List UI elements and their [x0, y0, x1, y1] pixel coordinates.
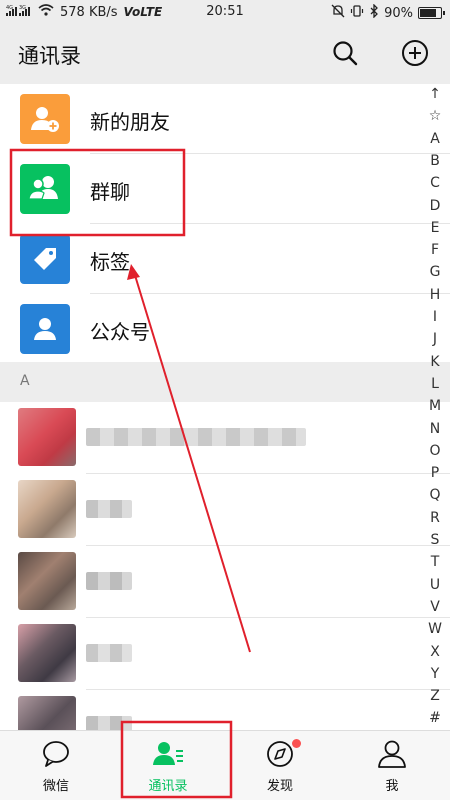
bluetooth-icon [369, 3, 379, 22]
chat-bubble-icon [43, 741, 69, 767]
index-letter[interactable]: M [420, 398, 450, 414]
contact-name-blurred [86, 644, 132, 662]
index-letter[interactable]: E [420, 220, 450, 236]
tab-contacts[interactable]: 通讯录 [112, 731, 224, 800]
tag-icon [34, 248, 56, 270]
section-header-a: A [0, 362, 450, 402]
battery-percent: 90% [384, 5, 413, 21]
index-letter[interactable]: G [420, 264, 450, 280]
index-letter[interactable]: I [420, 309, 450, 325]
official-accounts-row[interactable]: 公众号 [0, 294, 450, 364]
avatar [18, 624, 76, 682]
new-friends-label: 新的朋友 [90, 110, 170, 134]
contact-row[interactable] [0, 474, 450, 546]
tab-discover[interactable]: 发现 [224, 731, 336, 800]
index-letter[interactable]: Y [420, 666, 450, 682]
avatar [18, 696, 76, 730]
notification-dot [292, 739, 301, 748]
search-icon [333, 41, 358, 66]
index-letter[interactable]: S [420, 532, 450, 548]
contact-row[interactable] [0, 546, 450, 618]
app-header: 通讯录 [0, 24, 450, 84]
index-letter[interactable]: N [420, 421, 450, 437]
mute-bell-icon [331, 4, 345, 22]
index-letter[interactable]: R [420, 510, 450, 526]
index-letter[interactable]: Z [420, 688, 450, 704]
avatar [18, 408, 76, 466]
tab-chats-label: 微信 [42, 779, 69, 794]
avatar [18, 552, 76, 610]
avatar [18, 480, 76, 538]
bottom-tab-bar: 微信 通讯录 发现 我 [0, 730, 450, 800]
index-letter[interactable]: D [420, 198, 450, 214]
section-letter: A [20, 373, 30, 389]
index-letter[interactable]: J [420, 331, 450, 347]
index-letter[interactable]: K [420, 354, 450, 370]
new-friends-tile [20, 94, 70, 144]
tags-label: 标签 [90, 250, 130, 274]
index-letter[interactable]: T [420, 554, 450, 570]
contact-name-blurred [86, 500, 132, 518]
contact-name-blurred [86, 716, 132, 730]
official-accounts-tile [20, 304, 70, 354]
index-letter[interactable]: L [420, 376, 450, 392]
person-icon [34, 318, 56, 340]
group-icon [28, 176, 58, 200]
official-accounts-label: 公众号 [90, 320, 150, 344]
index-letter[interactable]: B [420, 153, 450, 169]
search-button[interactable] [330, 38, 360, 68]
tab-discover-label: 发现 [266, 779, 293, 794]
contacts-icon [153, 742, 183, 765]
group-chat-row[interactable]: 群聊 [0, 154, 450, 224]
contact-row[interactable] [0, 402, 450, 474]
page-title: 通讯录 [18, 44, 81, 68]
contact-name-blurred [86, 428, 306, 446]
vibrate-icon [350, 4, 364, 22]
contact-row[interactable] [0, 690, 450, 730]
battery-icon [418, 7, 445, 19]
index-letter[interactable]: U [420, 577, 450, 593]
index-letter[interactable]: H [420, 287, 450, 303]
index-letter[interactable]: F [420, 242, 450, 258]
plus-circle-icon [402, 40, 428, 66]
group-chat-label: 群聊 [90, 180, 130, 204]
new-friends-row[interactable]: 新的朋友 [0, 84, 450, 154]
index-letter[interactable]: ↑ [420, 86, 450, 102]
add-person-icon [31, 107, 59, 132]
alphabet-index[interactable]: ↑ ☆ A B C D E F G H I J K L M N O P Q R S T U V W X Y Z # [420, 84, 450, 730]
index-letter[interactable]: Q [420, 487, 450, 503]
contact-name-blurred [86, 572, 132, 590]
add-button[interactable] [400, 38, 430, 68]
index-letter[interactable]: X [420, 644, 450, 660]
index-letter[interactable]: V [420, 599, 450, 615]
tab-me[interactable]: 我 [336, 731, 448, 800]
tab-contacts-label: 通讯录 [148, 779, 188, 794]
contacts-list[interactable]: 新的朋友 群聊 标签 公众号 A [0, 84, 450, 730]
index-letter[interactable]: A [420, 131, 450, 147]
status-bar: 4G 3G 578 KB/s VoLTE 20:51 90% [0, 0, 450, 24]
group-chat-tile [20, 164, 70, 214]
index-letter[interactable]: O [420, 443, 450, 459]
index-letter[interactable]: ☆ [420, 108, 450, 124]
index-letter[interactable]: P [420, 465, 450, 481]
index-letter[interactable]: # [420, 710, 450, 726]
tab-chats[interactable]: 微信 [0, 731, 112, 800]
tags-tile [20, 234, 70, 284]
tags-row[interactable]: 标签 [0, 224, 450, 294]
index-letter[interactable]: W [420, 621, 450, 637]
person-outline-icon [378, 740, 406, 768]
contact-row[interactable] [0, 618, 450, 690]
index-letter[interactable]: C [420, 175, 450, 191]
tab-me-label: 我 [385, 779, 399, 794]
